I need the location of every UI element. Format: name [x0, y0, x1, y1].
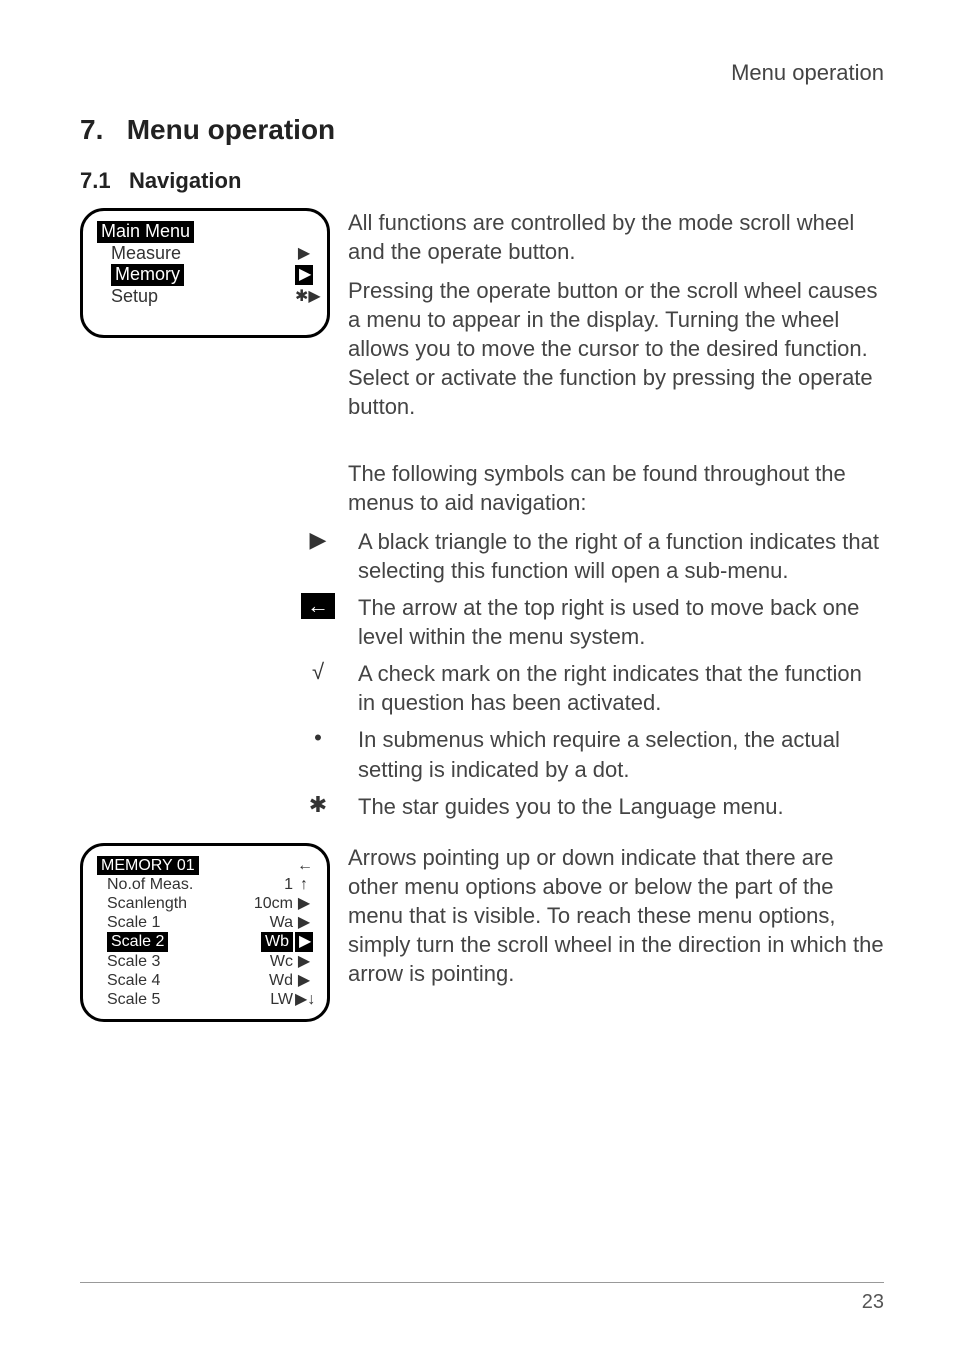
star-triangle-icon: ✱▶: [295, 287, 313, 306]
lcd2-row: Scale 1 Wa ▶: [97, 913, 313, 932]
lcd2-row-label: Scale 4: [107, 971, 269, 990]
paragraph: Arrows pointing up or down indicate that…: [348, 843, 884, 988]
legend-row: ▶ A black triangle to the right of a fun…: [298, 527, 884, 585]
lcd2-row-label: Scale 5: [107, 990, 270, 1009]
lcd-memory: MEMORY 01 ← No.of Meas. 1 ↑ Scanlength 1…: [80, 843, 330, 1023]
lcd1-row: Memory ▶: [97, 264, 313, 286]
section-number: 7.: [80, 114, 103, 145]
lcd2-row-label: Scale 1: [107, 913, 270, 932]
legend-desc: In submenus which require a selection, t…: [358, 725, 884, 783]
page-number: 23: [862, 1291, 884, 1313]
symbol-legend: ▶ A black triangle to the right of a fun…: [298, 527, 884, 828]
section-heading: 7. Menu operation: [80, 114, 884, 146]
legend-row: • In submenus which require a selection,…: [298, 725, 884, 783]
star-icon: ✱: [298, 792, 338, 818]
lcd2-row-val: Wc: [270, 952, 295, 971]
lcd1-row: Measure ▶: [97, 243, 313, 265]
lcd2-row-val: 1: [284, 875, 295, 894]
lcd2-row-val: Wb: [261, 932, 293, 951]
lcd1-row-label: Memory: [111, 264, 184, 286]
subsection-number: 7.1: [80, 168, 111, 193]
section-title: Menu operation: [127, 114, 335, 145]
lcd-main-menu: Main Menu Measure ▶ Memory ▶ Setup ✱▶: [80, 208, 330, 338]
lcd2-row-label: Scale 3: [107, 952, 270, 971]
legend-desc: The star guides you to the Language menu…: [358, 792, 884, 821]
legend-row: √ A check mark on the right indicates th…: [298, 659, 884, 717]
check-icon: √: [298, 659, 338, 685]
legend-desc: A black triangle to the right of a funct…: [358, 527, 884, 585]
lcd2-row-val: LW: [270, 990, 295, 1009]
subsection-title: Navigation: [129, 168, 241, 193]
triangle-icon: ▶: [295, 932, 313, 951]
legend-desc: The arrow at the top right is used to mo…: [358, 593, 884, 651]
lcd1-row-label: Setup: [111, 286, 295, 308]
lcd1-row: Setup ✱▶: [97, 286, 313, 308]
legend-row: ← The arrow at the top right is used to …: [298, 593, 884, 651]
lcd1-title: Main Menu: [97, 221, 194, 243]
lcd2-row: Scale 4 Wd ▶: [97, 971, 313, 990]
lcd1-row-label: Measure: [111, 243, 295, 265]
lcd2-title: MEMORY 01: [97, 856, 199, 875]
up-arrow-icon: ↑: [295, 875, 313, 894]
dot-icon: •: [298, 725, 338, 751]
back-arrow-icon: ←: [297, 856, 313, 875]
legend-row: ✱ The star guides you to the Language me…: [298, 792, 884, 821]
triangle-icon: ▶: [295, 971, 313, 990]
legend-desc: A check mark on the right indicates that…: [358, 659, 884, 717]
subsection-heading: 7.1 Navigation: [80, 168, 884, 194]
lcd2-row: Scale 5 LW ▶↓: [97, 990, 313, 1009]
triangle-icon: ▶: [298, 527, 338, 553]
page-footer: 23: [80, 1282, 884, 1314]
lcd2-row-val: Wa: [270, 913, 295, 932]
triangle-icon: ▶: [295, 244, 313, 263]
triangle-icon: ▶: [295, 265, 313, 284]
paragraph: Pressing the operate button or the scrol…: [348, 276, 884, 421]
triangle-icon: ▶: [295, 913, 313, 932]
paragraph: All functions are controlled by the mode…: [348, 208, 884, 266]
lcd2-row-val: Wd: [269, 971, 295, 990]
paragraph: The following symbols can be found throu…: [348, 459, 884, 517]
triangle-icon: ▶: [295, 894, 313, 913]
lcd2-row-label: Scale 2: [107, 932, 168, 951]
lcd2-row-label: Scanlength: [107, 894, 254, 913]
triangle-down-icon: ▶↓: [295, 990, 313, 1009]
running-header: Menu operation: [80, 60, 884, 86]
lcd2-row: Scale 2 Wb ▶: [97, 932, 313, 951]
lcd2-row: Scanlength 10cm ▶: [97, 894, 313, 913]
lcd2-row-label: No.of Meas.: [107, 875, 284, 894]
back-arrow-icon: ←: [298, 593, 338, 619]
triangle-icon: ▶: [295, 952, 313, 971]
lcd2-row: Scale 3 Wc ▶: [97, 952, 313, 971]
lcd2-row: No.of Meas. 1 ↑: [97, 875, 313, 894]
lcd2-row-val: 10cm: [254, 894, 295, 913]
